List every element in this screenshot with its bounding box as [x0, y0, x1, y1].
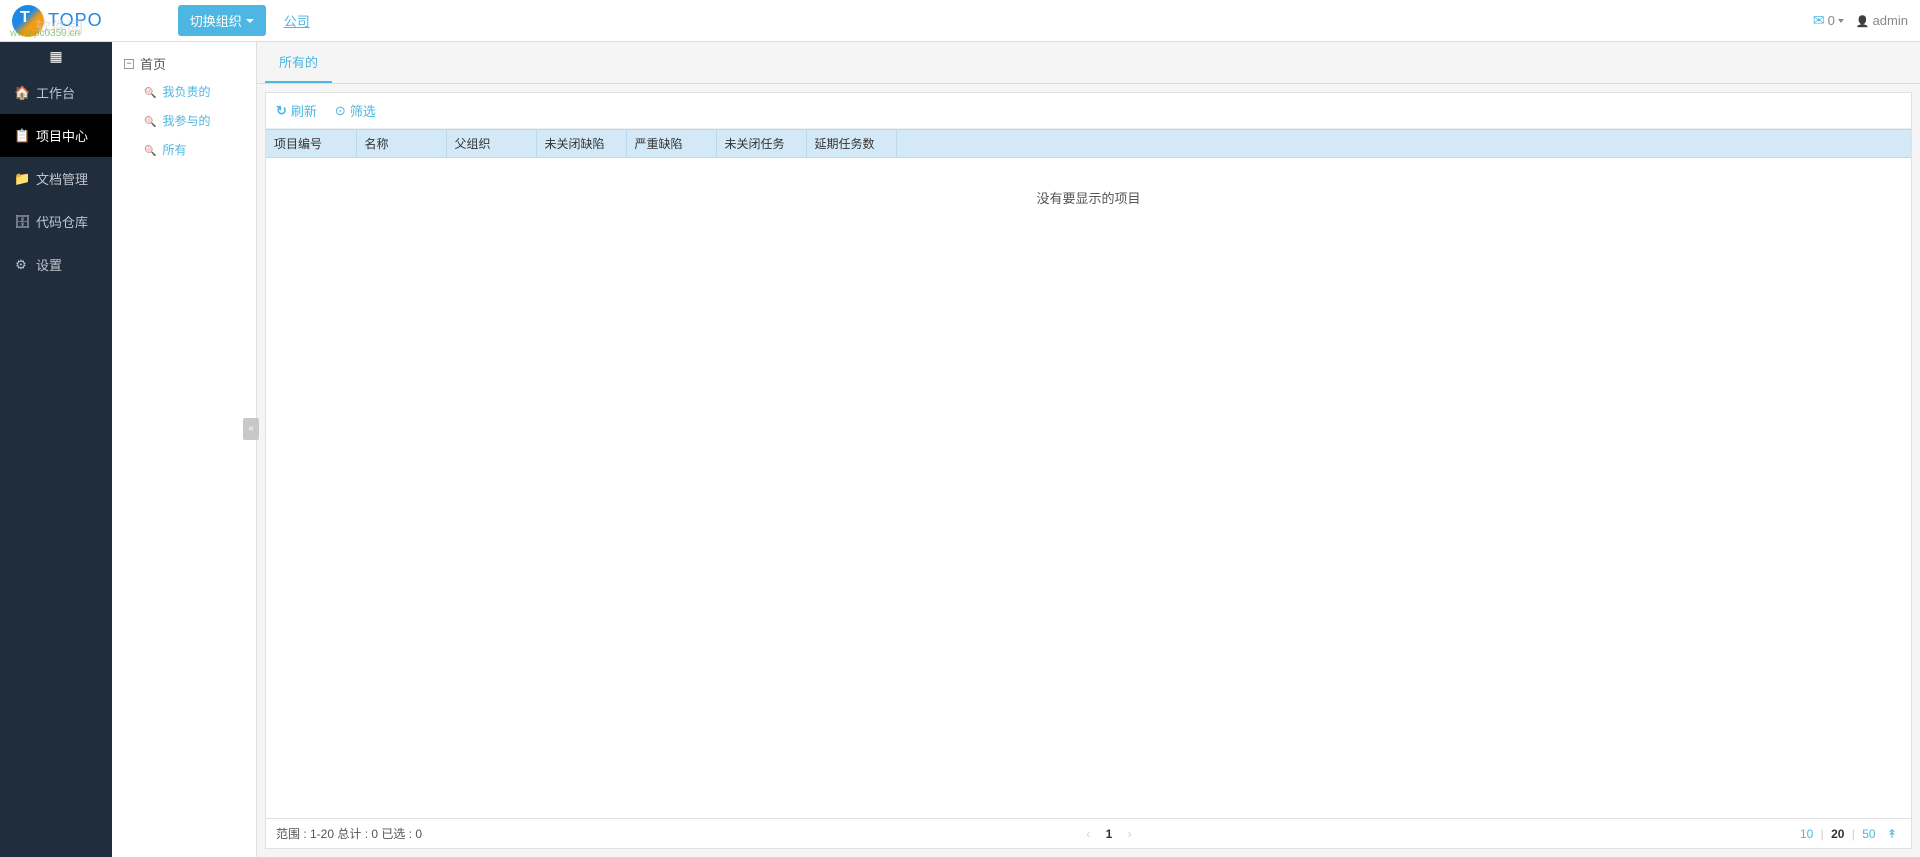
tree-root-label: 首页 — [140, 54, 166, 73]
next-page-button[interactable]: › — [1124, 827, 1136, 841]
filter-icon — [335, 103, 346, 119]
tree-item-1[interactable]: 我参与的 — [140, 106, 252, 135]
scroll-top-button[interactable]: ↟ — [1880, 827, 1901, 841]
sidebar-item-2[interactable]: 📁 文档管理 — [0, 157, 112, 200]
page-size-20[interactable]: 20 — [1827, 827, 1848, 841]
column-header[interactable]: 项目编号 — [266, 130, 356, 158]
mail-count: 0 — [1828, 13, 1835, 28]
column-header[interactable]: 名称 — [356, 130, 446, 158]
chevron-down-icon — [246, 19, 254, 23]
sidebar-icon: ⚙ — [14, 257, 28, 273]
sidebar-item-label: 代码仓库 — [36, 212, 88, 231]
search-icon — [144, 114, 156, 128]
page-size-10[interactable]: 10 — [1796, 827, 1817, 841]
header-right: 0 admin — [1813, 12, 1908, 29]
table-container: 项目编号名称父组织未关闭缺陷严重缺陷未关闭任务延期任务数 没有要显示的项目 — [266, 129, 1911, 818]
separator: | — [1848, 827, 1858, 841]
sidebar-icon: 📋 — [14, 128, 28, 144]
tree-item-label: 所有 — [162, 141, 186, 158]
sidebar-item-3[interactable]: 🗄 代码仓库 — [0, 200, 112, 243]
filter-button[interactable]: 筛选 — [335, 101, 376, 120]
tree-item-0[interactable]: 我负责的 — [140, 77, 252, 106]
toolbar: 刷新 筛选 — [266, 93, 1911, 129]
sidebar-item-label: 项目中心 — [36, 126, 88, 145]
data-panel: 刷新 筛选 项目编号名称父组织未关闭缺陷严重缺陷未关闭任务延期任务数 没有要显示… — [265, 92, 1912, 849]
separator: | — [1817, 827, 1827, 841]
sidebar-item-label: 设置 — [36, 255, 62, 274]
sidebar-item-0[interactable]: 🏠 工作台 — [0, 71, 112, 114]
sidebar-icon: 📁 — [14, 171, 28, 187]
filter-label: 筛选 — [350, 101, 376, 120]
column-header[interactable]: 父组织 — [446, 130, 536, 158]
main-sidebar: ▦ 🏠 工作台 📋 项目中心 📁 文档管理 🗄 代码仓库 ⚙ 设置 — [0, 42, 112, 857]
search-icon — [144, 143, 156, 157]
org-switch-dropdown[interactable]: 切换组织 — [178, 5, 266, 36]
sidebar-item-label: 文档管理 — [36, 169, 88, 188]
pagination-footer: 范围 : 1-20 总计 : 0 已选 : 0 ‹ 1 › 10 | 20 | … — [266, 818, 1911, 848]
user-icon — [1856, 13, 1870, 28]
range-summary: 范围 : 1-20 总计 : 0 已选 : 0 — [276, 825, 422, 842]
panel-collapse-button[interactable]: « — [243, 418, 259, 440]
sidebar-icon: 🗄 — [14, 214, 28, 230]
sidebar-item-label: 工作台 — [36, 83, 75, 102]
org-switch-label: 切换组织 — [190, 11, 242, 30]
tab-bar: 所有的 — [257, 42, 1920, 84]
column-header-spacer — [896, 130, 1911, 158]
projects-table: 项目编号名称父组织未关闭缺陷严重缺陷未关闭任务延期任务数 — [266, 129, 1911, 158]
page-nav: ‹ 1 › — [422, 827, 1796, 841]
chevron-down-icon — [1838, 19, 1844, 23]
envelope-icon — [1813, 12, 1825, 29]
tree-item-label: 我参与的 — [162, 112, 210, 129]
nav-tree-panel: − 首页 我负责的我参与的所有 — [112, 42, 257, 857]
column-header[interactable]: 严重缺陷 — [626, 130, 716, 158]
mail-dropdown[interactable]: 0 — [1813, 12, 1844, 29]
refresh-label: 刷新 — [291, 101, 317, 120]
column-header[interactable]: 延期任务数 — [806, 130, 896, 158]
sidebar-item-4[interactable]: ⚙ 设置 — [0, 243, 112, 286]
logo[interactable]: TOPO — [12, 5, 103, 37]
username-label: admin — [1873, 13, 1908, 28]
logo-text: TOPO — [48, 10, 103, 31]
company-link[interactable]: 公司 — [284, 11, 310, 30]
tab-all[interactable]: 所有的 — [265, 42, 332, 83]
current-page: 1 — [1106, 827, 1113, 841]
empty-state-message: 没有要显示的项目 — [266, 158, 1911, 237]
page-size-selector: 10 | 20 | 50 ↟ — [1796, 827, 1901, 841]
sidebar-item-1[interactable]: 📋 项目中心 — [0, 114, 112, 157]
tree-collapse-icon[interactable]: − — [124, 59, 134, 69]
tree-item-label: 我负责的 — [162, 83, 210, 100]
search-icon — [144, 85, 156, 99]
column-header[interactable]: 未关闭缺陷 — [536, 130, 626, 158]
user-menu[interactable]: admin — [1856, 13, 1908, 28]
sidebar-toggle-button[interactable]: ▦ — [0, 42, 112, 71]
main-content: 所有的 刷新 筛选 项目编号名称父组织未关闭缺陷严重缺陷未关闭任务延期任务数 没… — [257, 42, 1920, 857]
refresh-icon — [276, 103, 287, 119]
top-header: TOPO 软件园 www.pc0359.cn 切换组织 公司 0 admin — [0, 0, 1920, 42]
tree-root-item[interactable]: − 首页 — [116, 50, 252, 77]
refresh-button[interactable]: 刷新 — [276, 101, 317, 120]
page-size-50[interactable]: 50 — [1858, 827, 1879, 841]
sidebar-icon: 🏠 — [14, 85, 28, 101]
logo-icon — [12, 5, 44, 37]
tree-item-2[interactable]: 所有 — [140, 135, 252, 164]
prev-page-button[interactable]: ‹ — [1082, 827, 1094, 841]
column-header[interactable]: 未关闭任务 — [716, 130, 806, 158]
